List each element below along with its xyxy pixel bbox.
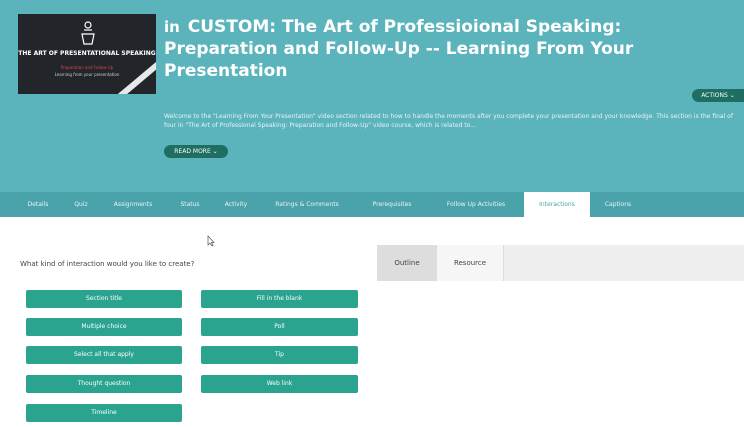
thought-question-button[interactable]: Thought question	[26, 375, 182, 393]
podium-speaker-icon	[81, 21, 95, 45]
course-description: Welcome to the "Learning From Your Prese…	[164, 113, 733, 129]
tab-assignments[interactable]: Assignments	[100, 192, 166, 217]
tip-button[interactable]: Tip	[201, 346, 358, 364]
select-all-that-apply-button[interactable]: Select all that apply	[26, 346, 182, 364]
thumbnail-caption: Learning from your presentation	[54, 72, 120, 77]
course-tabbar: Details Quiz Assignments Status Activity…	[0, 192, 744, 217]
tab-details[interactable]: Details	[14, 192, 62, 217]
mouse-cursor-icon	[207, 235, 215, 247]
actions-button[interactable]: ACTIONS ⌄	[692, 89, 744, 102]
thumbnail-title: THE ART OF PRESENTATIONAL SPEAKING	[18, 50, 156, 57]
timeline-button[interactable]: Timeline	[26, 404, 182, 422]
read-more-label: READ MORE	[174, 148, 211, 155]
course-title-text: CUSTOM: The Art of Professioional Speaki…	[164, 17, 634, 81]
thumbnail-subtitle: Preparation and Follow-Up	[60, 65, 114, 70]
course-header: THE ART OF PRESENTATIONAL SPEAKING Prepa…	[0, 0, 744, 192]
chevron-down-icon: ⌄	[212, 148, 218, 155]
multiple-choice-button[interactable]: Multiple choice	[26, 318, 182, 336]
tab-status[interactable]: Status	[170, 192, 210, 217]
tab-prerequisites[interactable]: Prerequisites	[356, 192, 428, 217]
tab-follow-up-activities[interactable]: Follow Up Activities	[432, 192, 520, 217]
poll-button[interactable]: Poll	[201, 318, 358, 336]
tab-quiz[interactable]: Quiz	[66, 192, 96, 217]
tab-outline[interactable]: Outline	[377, 245, 437, 281]
course-type-badge: in	[164, 18, 180, 36]
tab-interactions[interactable]: Interactions	[524, 192, 590, 217]
chevron-down-icon: ⌄	[729, 92, 735, 99]
read-more-button[interactable]: READ MORE ⌄	[164, 145, 228, 158]
outline-panel-tabs: Outline Resource	[377, 245, 744, 281]
tab-resource[interactable]: Resource	[437, 245, 504, 281]
tab-activity[interactable]: Activity	[214, 192, 258, 217]
course-thumbnail: THE ART OF PRESENTATIONAL SPEAKING Prepa…	[18, 14, 156, 94]
tab-ratings-comments[interactable]: Ratings & Comments	[262, 192, 352, 217]
section-title-button[interactable]: Section title	[26, 290, 182, 308]
page-title: in CUSTOM: The Art of Professioional Spe…	[164, 16, 739, 82]
tab-captions[interactable]: Captions	[594, 192, 642, 217]
fill-in-the-blank-button[interactable]: Fill in the blank	[201, 290, 358, 308]
interaction-question: What kind of interaction would you like …	[20, 260, 195, 268]
web-link-button[interactable]: Web link	[201, 375, 358, 393]
actions-label: ACTIONS	[701, 92, 728, 99]
